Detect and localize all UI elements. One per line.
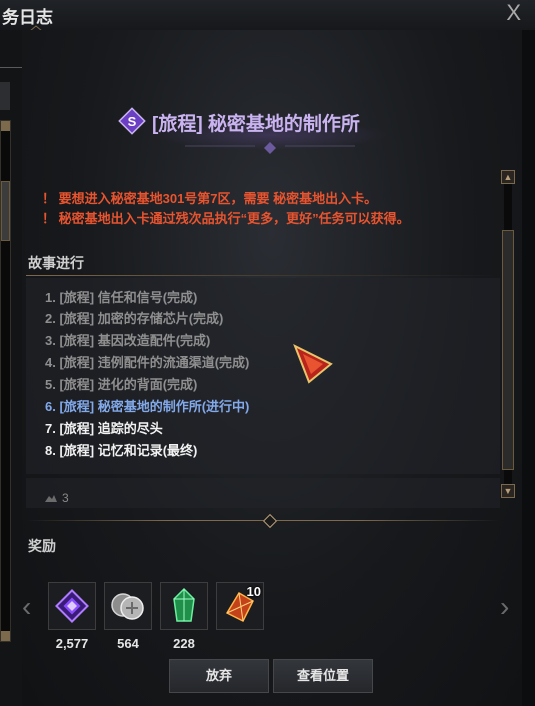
story-step[interactable]: 1. [旅程] 信任和信号(完成) (45, 287, 197, 306)
silver-coins-icon (111, 593, 144, 620)
story-step[interactable]: 5. [旅程] 进化的背面(完成) (45, 374, 197, 393)
close-button[interactable]: X (506, 0, 521, 26)
story-step[interactable]: 7. [旅程] 追踪的尽头 (45, 418, 163, 437)
story-progress-label: 故事进行 (28, 255, 84, 271)
view-location-button[interactable]: 查看位置 (273, 659, 373, 693)
warning-card-source: ！ 秘密基地出入卡通过残次品执行“更多，更好”任务可以获得。 (42, 211, 410, 226)
quest-type-icon: S (118, 107, 146, 135)
story-step[interactable]: 8. [旅程] 记忆和记录(最终) (45, 440, 197, 459)
story-step[interactable]: 2. [旅程] 加密的存储芯片(完成) (45, 308, 223, 327)
abandon-button[interactable]: 放弃 (169, 659, 269, 693)
story-step[interactable]: 3. [旅程] 基因改造配件(完成) (45, 330, 210, 349)
reward-slot[interactable] (104, 582, 152, 630)
rewards-next-arrow[interactable]: › (500, 593, 509, 621)
reward-quantity: 2,577 (55, 636, 89, 651)
scroll-down-button[interactable]: ▼ (501, 484, 515, 498)
story-step-current[interactable]: 6. [旅程] 秘密基地的制作所(进行中) (45, 396, 249, 415)
left-scroll-up-button[interactable] (1, 121, 10, 131)
story-divider (26, 275, 500, 276)
quest-title: [旅程] 秘密基地的制作所 (152, 114, 360, 135)
item-quantity-badge: 10 (246, 584, 261, 599)
warning-entry-requirement: ！ 要想进入秘密基地301号第7区，需要 秘密基地出入卡。 (42, 191, 378, 206)
scroll-up-button[interactable]: ▲ (501, 170, 515, 184)
reward-quantity: 564 (117, 636, 139, 651)
reward-slot[interactable] (160, 582, 208, 630)
rewards-label: 奖励 (28, 538, 56, 554)
step-count: 3 (62, 491, 69, 505)
story-scrollbar[interactable]: ▲ ▼ (501, 170, 515, 498)
green-crystal-icon (173, 587, 195, 622)
reward-slot[interactable] (48, 582, 96, 630)
title-underline-ornament (185, 142, 355, 154)
left-scrollbar[interactable] (0, 120, 11, 642)
reward-slot[interactable]: 10 (216, 582, 264, 630)
count-icon (45, 495, 57, 502)
left-panel-tab[interactable] (0, 82, 10, 110)
step-count-row (26, 478, 500, 508)
right-edge (522, 30, 535, 706)
title-bar: 务日志 X (0, 0, 535, 30)
left-scroll-down-button[interactable] (1, 631, 10, 641)
rewards-prev-arrow[interactable]: ‹ (22, 593, 31, 621)
scroll-thumb[interactable] (502, 230, 514, 470)
reward-quantity: 228 (173, 636, 195, 651)
quest-marker-icon (293, 343, 333, 384)
purple-emblem-icon (55, 589, 89, 623)
story-step[interactable]: 4. [旅程] 违例配件的流通渠道(完成) (45, 352, 249, 371)
left-scroll-thumb[interactable] (1, 181, 10, 241)
svg-text:S: S (128, 114, 137, 129)
